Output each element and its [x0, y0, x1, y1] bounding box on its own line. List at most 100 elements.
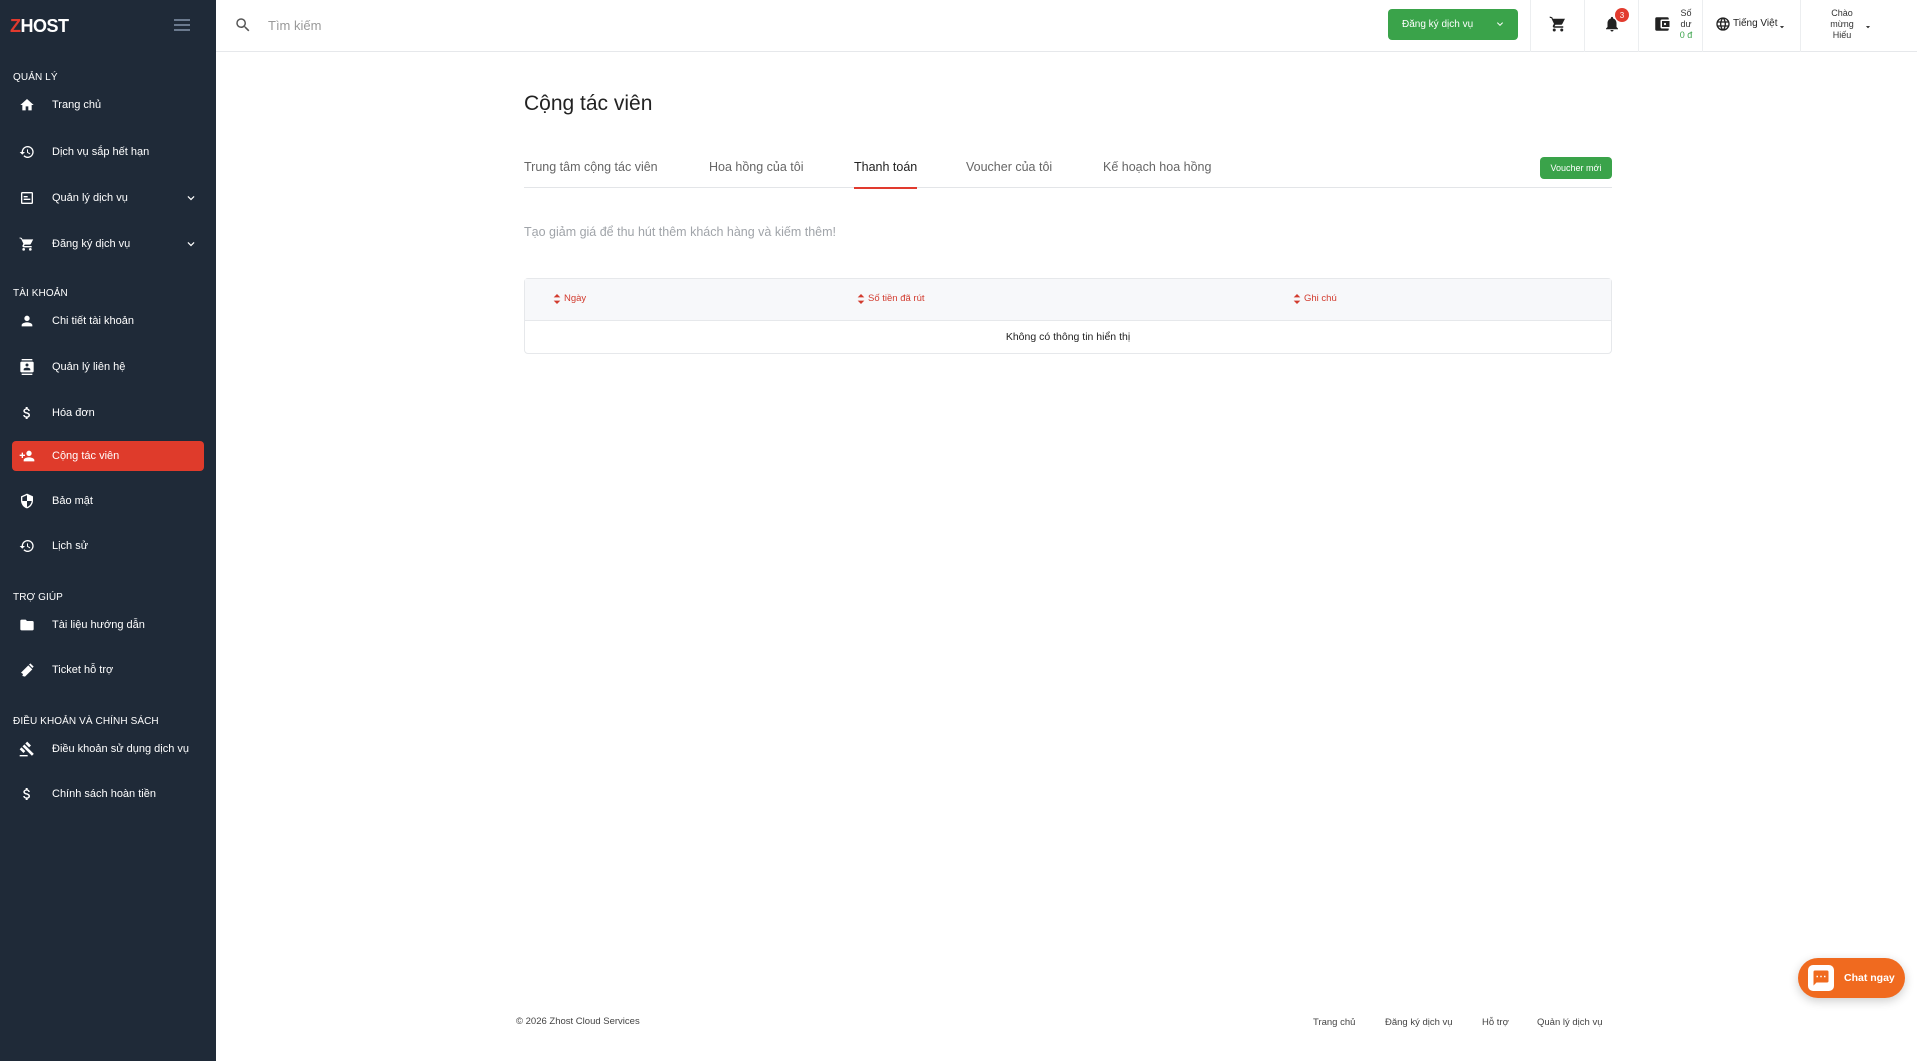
search-input[interactable] [268, 14, 668, 36]
sidebar-item-label: Tài liệu hướng dẫn [52, 619, 145, 631]
gavel-icon [18, 740, 36, 758]
home-icon [18, 96, 36, 114]
folder-icon [18, 616, 36, 634]
register-service-label: Đăng ký dịch vụ [1402, 19, 1474, 30]
sidebar-item-label: Chi tiết tài khoản [52, 315, 134, 327]
balance-label-line1: Số [1680, 8, 1692, 18]
topbar: Đăng ký dịch vụ 3 Số dư 0 đ Tiếng Việt C… [216, 0, 1917, 52]
footer-link-support[interactable]: Hỗ trợ [1482, 1017, 1509, 1028]
tab-affiliate-center[interactable]: Trung tâm cộng tác viên [524, 160, 658, 188]
sidebar-item-register-services[interactable]: Đăng ký dịch vụ [12, 229, 204, 259]
sort-icon [1293, 293, 1301, 304]
table-header: Ngày Số tiền đã rút Ghi chú [525, 279, 1611, 321]
globe-icon [1715, 16, 1731, 32]
cart-icon [1549, 15, 1567, 33]
table-empty-row: Không có thông tin hiển thị [1005, 331, 1131, 343]
contact-icon [18, 358, 36, 376]
column-header-date[interactable]: Ngày [553, 293, 586, 304]
tab-my-commission[interactable]: Hoa hồng của tôi [709, 160, 804, 188]
sidebar-item-security[interactable]: Bảo mật [12, 486, 204, 516]
footer-link-home[interactable]: Trang chủ [1313, 1017, 1355, 1028]
notification-badge: 3 [1615, 8, 1629, 22]
column-header-label: Ghi chú [1304, 293, 1337, 304]
sidebar-item-label: Quản lý dịch vụ [52, 192, 128, 204]
sidebar-item-label: Dịch vụ sắp hết hạn [52, 146, 150, 158]
caret-down-icon [1777, 19, 1787, 29]
sort-icon [857, 293, 865, 304]
section-title-manage: QUẢN LÝ [13, 72, 58, 83]
chat-now-button[interactable]: Chat ngay [1798, 958, 1905, 998]
user-menu[interactable]: Chào mừng Hiếu [1800, 0, 1892, 52]
footer-copyright: © 2026 Zhost Cloud Services [516, 1016, 640, 1027]
register-service-button[interactable]: Đăng ký dịch vụ [1388, 9, 1518, 40]
caret-down-icon [1863, 19, 1873, 29]
language-label: Tiếng Việt [1733, 18, 1778, 29]
sidebar-item-docs[interactable]: Tài liệu hướng dẫn [12, 610, 204, 640]
menu-toggle-icon[interactable] [174, 19, 190, 31]
sidebar-item-label: Cộng tác viên [52, 450, 120, 462]
language-selector[interactable]: Tiếng Việt [1702, 0, 1800, 52]
sidebar-item-account-details[interactable]: Chi tiết tài khoản [12, 306, 204, 336]
withdrawals-table: Ngày Số tiền đã rút Ghi chú Không có thô… [524, 278, 1612, 354]
section-title-account: TÀI KHOẢN [13, 288, 68, 299]
column-header-label: Số tiền đã rút [868, 293, 925, 304]
sidebar-item-refund-policy[interactable]: Chính sách hoàn tiền [12, 779, 204, 809]
sidebar-item-expiring-services[interactable]: Dịch vụ sắp hết hạn [12, 137, 204, 167]
notifications-button[interactable]: 3 [1584, 0, 1638, 52]
logo-z: Z [10, 16, 21, 36]
balance-text: Số dư 0 đ [1677, 8, 1695, 41]
sidebar-item-home[interactable]: Trang chủ [12, 90, 204, 120]
page-subtitle: Tạo giảm giá để thu hút thêm khách hàng … [524, 225, 836, 239]
chat-bubble-icon [1808, 965, 1834, 991]
sidebar-item-terms[interactable]: Điều khoản sử dụng dịch vụ [12, 734, 204, 764]
chat-now-label: Chat ngay [1844, 972, 1895, 984]
new-voucher-button[interactable]: Voucher mới [1540, 157, 1612, 179]
sidebar-item-label: Bảo mật [52, 495, 93, 507]
user-icon [18, 312, 36, 330]
history-icon [18, 537, 36, 555]
sidebar-item-affiliate[interactable]: Cộng tác viên [12, 441, 204, 471]
search-icon[interactable] [234, 16, 252, 34]
balance-button[interactable]: Số dư 0 đ [1638, 0, 1702, 52]
greeting-line3: Hiếu [1832, 30, 1852, 40]
wallet-icon [1653, 15, 1671, 33]
greeting-line1: Chào [1831, 8, 1853, 18]
sidebar-item-label: Lịch sử [52, 540, 89, 552]
app-root: ZHOST QUẢN LÝ Trang chủ Dịch vụ sắp hết … [0, 0, 1917, 1061]
cart-button[interactable] [1530, 0, 1584, 52]
sidebar-item-label: Đăng ký dịch vụ [52, 238, 131, 250]
column-header-note[interactable]: Ghi chú [1293, 293, 1337, 304]
sidebar: ZHOST QUẢN LÝ Trang chủ Dịch vụ sắp hết … [0, 0, 216, 1061]
sidebar-item-label: Trang chủ [52, 99, 102, 111]
footer-link-manage[interactable]: Quản lý dịch vụ [1537, 1017, 1602, 1028]
sidebar-item-support-ticket[interactable]: Ticket hỗ trợ [12, 655, 204, 685]
chevron-down-icon [184, 237, 198, 251]
dollar-icon [18, 404, 36, 422]
column-header-amount[interactable]: Số tiền đã rút [857, 293, 925, 304]
greeting-line2: mừng [1830, 19, 1854, 29]
logo-text: HOST [20, 16, 70, 36]
greeting-text: Chào mừng Hiếu [1825, 8, 1859, 41]
sidebar-item-history[interactable]: Lịch sử [12, 531, 204, 561]
balance-label-line2: dư [1680, 19, 1692, 29]
shield-icon [18, 492, 36, 510]
service-box-icon [18, 189, 36, 207]
sidebar-item-label: Hóa đơn [52, 407, 95, 419]
balance-amount: 0 đ [1679, 30, 1693, 40]
chevron-down-icon [184, 191, 198, 205]
sidebar-item-manage-services[interactable]: Quản lý dịch vụ [12, 183, 204, 213]
tab-commission-plan[interactable]: Kế hoạch hoa hồng [1103, 160, 1211, 188]
tab-payment[interactable]: Thanh toán [854, 160, 918, 189]
logo-row: ZHOST [10, 16, 206, 38]
sidebar-item-contacts[interactable]: Quản lý liên hệ [12, 352, 204, 382]
footer-link-register[interactable]: Đăng ký dịch vụ [1385, 1017, 1453, 1028]
sidebar-item-label: Ticket hỗ trợ [52, 664, 114, 676]
chevron-down-icon [1494, 18, 1506, 30]
sidebar-item-invoices[interactable]: Hóa đơn [12, 398, 204, 428]
page-title: Cộng tác viên [524, 92, 653, 115]
logo[interactable]: ZHOST [10, 16, 69, 37]
history-icon [18, 143, 36, 161]
section-title-policy: ĐIỀU KHOẢN VÀ CHÍNH SÁCH [13, 716, 159, 727]
tab-bar: Trung tâm cộng tác viên Hoa hồng của tôi… [524, 160, 1612, 189]
tab-my-vouchers[interactable]: Voucher của tôi [966, 160, 1052, 188]
